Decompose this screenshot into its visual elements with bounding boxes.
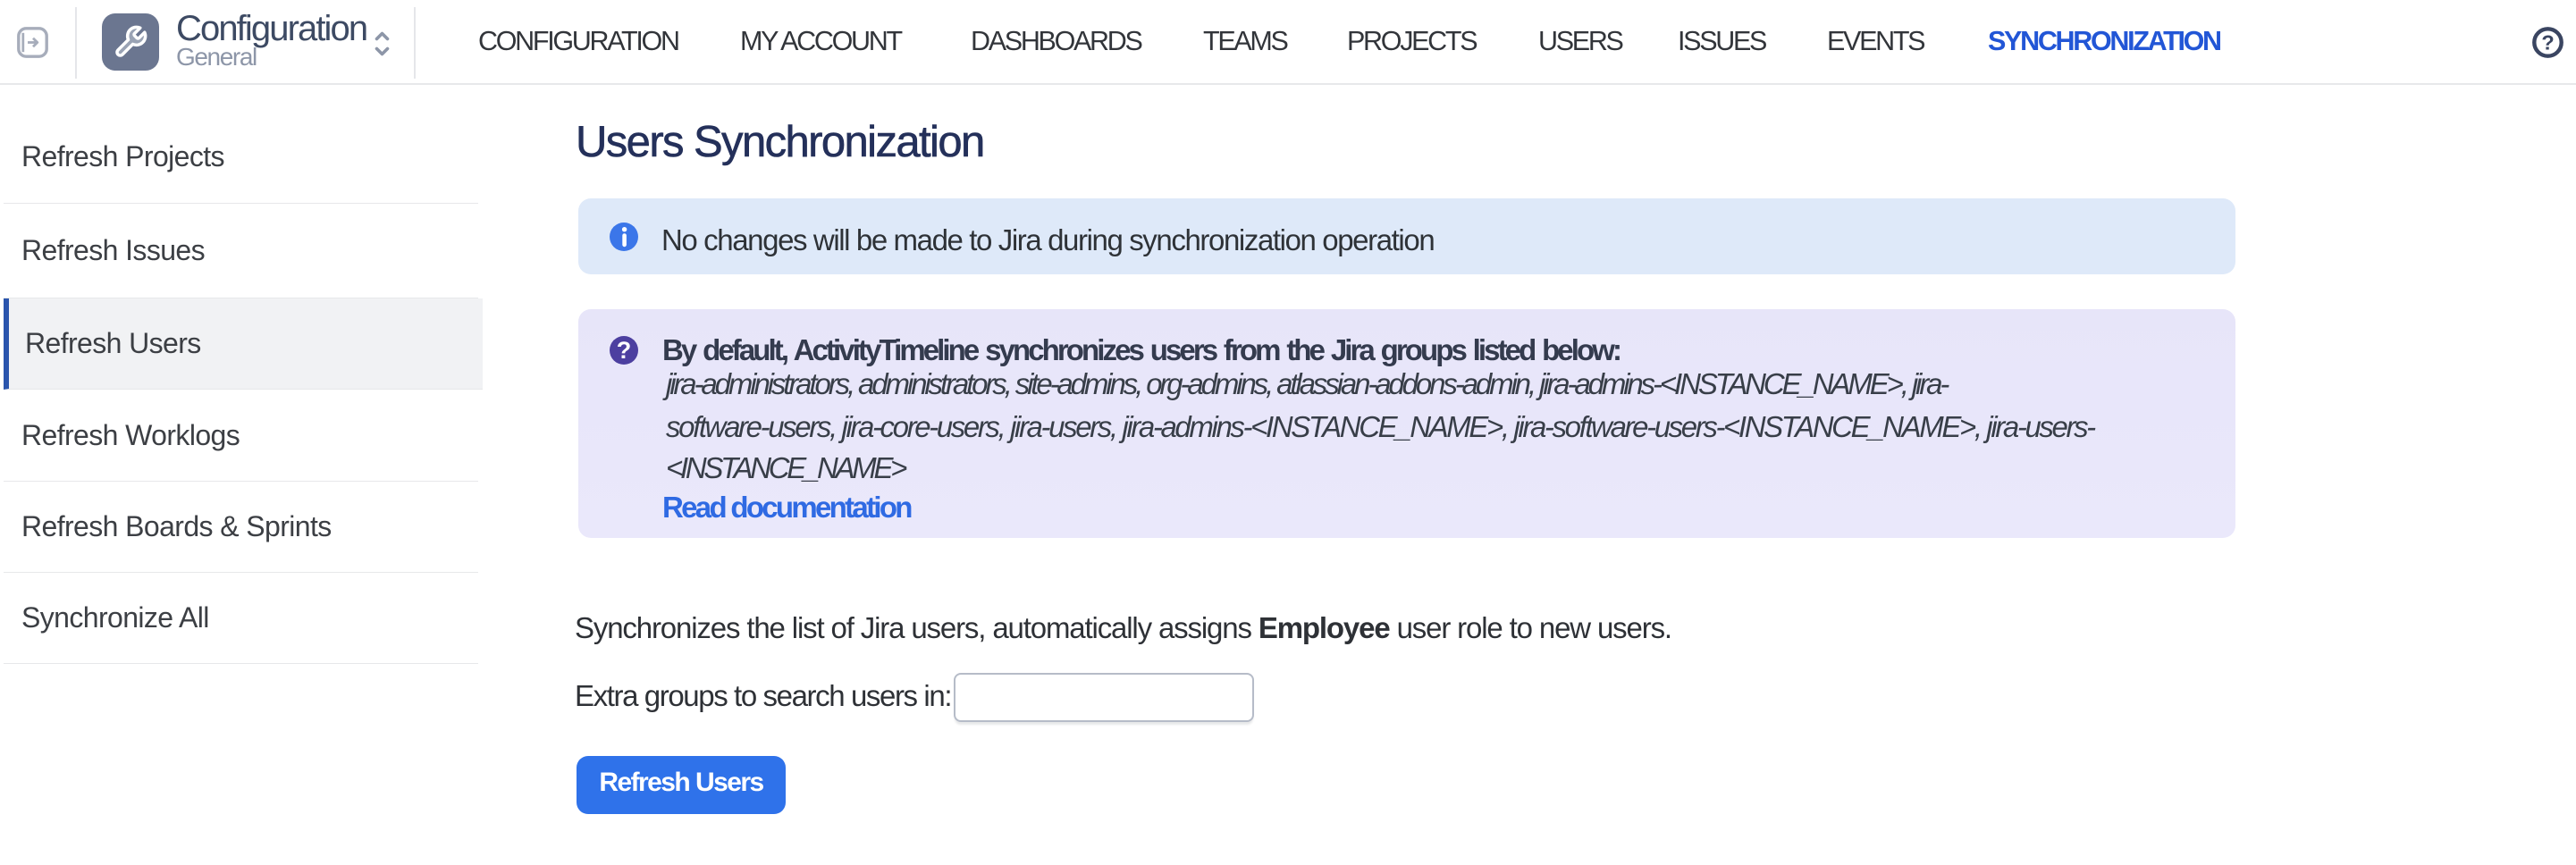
svg-text:?: ? xyxy=(617,337,632,364)
svg-text:?: ? xyxy=(2541,31,2554,55)
